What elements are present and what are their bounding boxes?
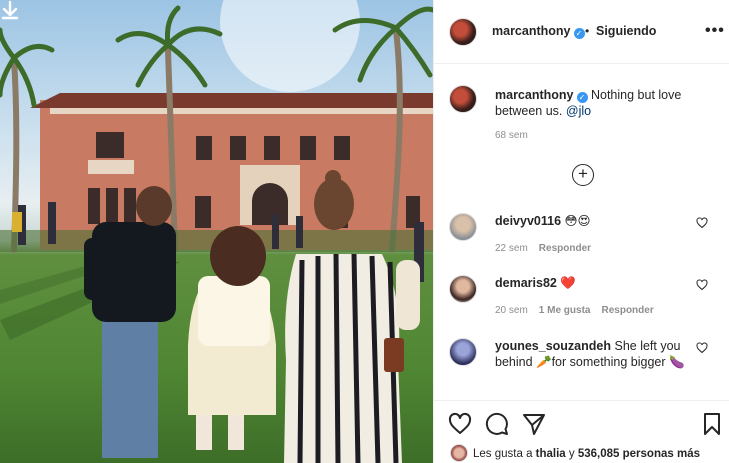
paper-plane-icon[interactable] [522, 412, 546, 436]
comment-text: younes_souzandeh She left you behind 🥕fo… [495, 338, 690, 370]
comment-avatar[interactable] [449, 338, 477, 366]
caption-verified-badge-icon: ✓ [576, 92, 588, 103]
photo-illustration [0, 0, 433, 463]
comment-like-heart-icon[interactable] [696, 279, 708, 291]
author-username-link[interactable]: marcanthony ✓ [492, 24, 585, 39]
comment-time[interactable]: 20 sem [495, 305, 528, 316]
post-side-panel: marcanthony ✓ • Siguiendo ••• marcanthony… [433, 0, 729, 463]
caption-avatar[interactable] [449, 85, 477, 113]
bookmark-icon[interactable] [700, 412, 724, 436]
post-action-bar: Les gusta a thalia y 536,085 personas má… [434, 400, 729, 463]
comment-avatar[interactable] [449, 275, 477, 303]
author-avatar[interactable] [449, 18, 477, 46]
comment-body: ❤️ [560, 276, 576, 290]
caption-timestamp[interactable]: 68 sem [495, 130, 528, 141]
following-button[interactable]: Siguiendo [596, 24, 656, 38]
comment-avatar[interactable] [449, 213, 477, 241]
reply-button[interactable]: Responder [601, 305, 653, 316]
comment-time[interactable]: 22 sem [495, 243, 528, 254]
post-header: marcanthony ✓ • Siguiendo ••• [434, 0, 729, 64]
download-arrow-icon[interactable] [0, 0, 20, 20]
comment-meta: 20 sem 1 Me gusta Responder [495, 305, 665, 316]
heart-outline-icon[interactable] [448, 412, 472, 436]
comment-text: deivyv0116 😳😍 [495, 213, 690, 229]
load-more-comments-button[interactable]: + [572, 164, 594, 186]
comment-body: 😳😍 [564, 214, 591, 228]
likes-summary: Les gusta a thalia y 536,085 personas má… [450, 444, 700, 462]
likes-connector: y [568, 448, 575, 460]
author-username[interactable]: marcanthony [492, 24, 571, 38]
verified-badge-icon: ✓ [573, 28, 585, 39]
comment-text: demaris82 ❤️ [495, 275, 690, 291]
liker-username-link[interactable]: thalia [536, 448, 566, 460]
caption-text: marcanthony ✓ Nothing but love between us… [495, 87, 717, 119]
comment-username[interactable]: younes_souzandeh [495, 339, 611, 353]
header-separator: • [585, 24, 590, 38]
caption-mention-link[interactable]: @jlo [566, 104, 591, 118]
liker-avatar[interactable] [450, 444, 468, 462]
comment-like-heart-icon[interactable] [696, 217, 708, 229]
comment-username[interactable]: deivyv0116 [495, 214, 561, 228]
comment-bubble-icon[interactable] [485, 412, 509, 436]
comment-meta: 22 sem Responder [495, 243, 602, 254]
more-options-icon[interactable]: ••• [705, 22, 725, 40]
reply-button[interactable]: Responder [539, 243, 591, 254]
comment-like-heart-icon[interactable] [696, 342, 708, 354]
likes-prefix: Les gusta a [473, 448, 533, 460]
instagram-post-modal: marcanthony ✓ • Siguiendo ••• marcanthony… [0, 0, 729, 463]
comment-username[interactable]: demaris82 [495, 276, 557, 290]
comment-like-count[interactable]: 1 Me gusta [539, 305, 591, 316]
likes-count-link[interactable]: 536,085 personas más [578, 448, 700, 460]
caption-username[interactable]: marcanthony [495, 88, 574, 102]
post-photo[interactable] [0, 0, 433, 463]
